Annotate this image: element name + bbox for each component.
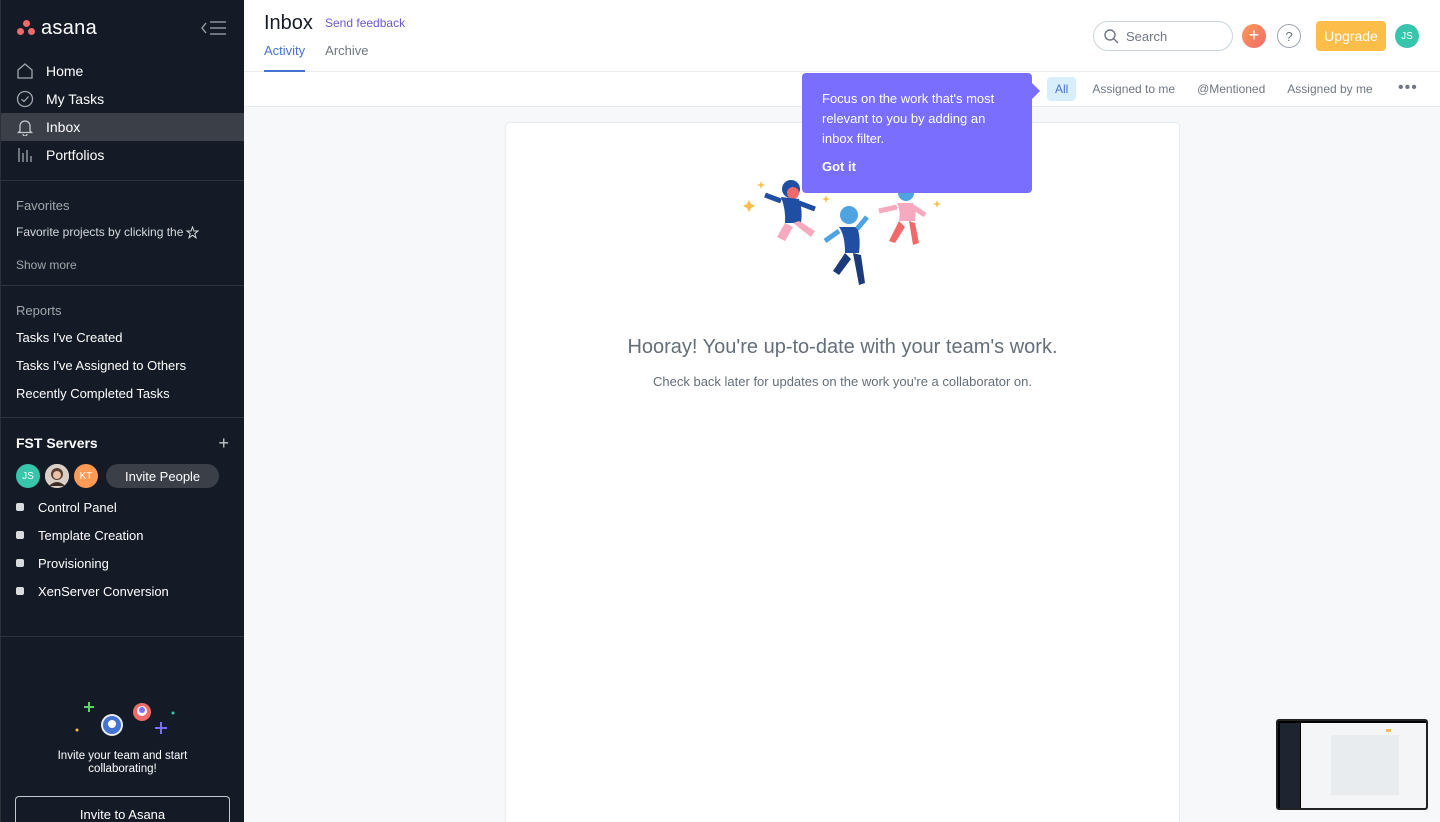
project-color-dot bbox=[16, 587, 24, 595]
more-options-icon[interactable]: ••• bbox=[1398, 80, 1418, 96]
star-icon bbox=[186, 225, 200, 239]
report-item[interactable]: Recently Completed Tasks bbox=[16, 379, 229, 407]
project-item[interactable]: Provisioning bbox=[16, 549, 229, 577]
nav-item-portfolios[interactable]: Portfolios bbox=[1, 141, 244, 169]
project-label: XenServer Conversion bbox=[38, 583, 169, 599]
team-name[interactable]: FST Servers bbox=[16, 435, 98, 451]
check-circle-icon bbox=[16, 90, 34, 108]
project-label: Template Creation bbox=[38, 527, 144, 543]
project-color-dot bbox=[16, 559, 24, 567]
nav-label: Inbox bbox=[46, 119, 81, 135]
collapse-sidebar-icon[interactable] bbox=[200, 17, 228, 39]
favorites-title[interactable]: Favorites bbox=[16, 198, 229, 213]
favorites-hint: Favorite projects by clicking the bbox=[16, 225, 229, 239]
home-icon bbox=[17, 63, 33, 79]
bell-icon bbox=[16, 120, 34, 136]
thumbnail-sidebar bbox=[1280, 723, 1300, 808]
thumbnail-card bbox=[1331, 735, 1399, 795]
add-project-icon[interactable]: + bbox=[218, 434, 229, 452]
favorites-hint-text: Favorite projects by clicking the bbox=[16, 225, 184, 239]
logo-mark-icon bbox=[17, 20, 35, 36]
filter-mentioned[interactable]: @Mentioned bbox=[1191, 77, 1271, 101]
empty-state-subtext: Check back later for updates on the work… bbox=[653, 374, 1032, 389]
filter-all[interactable]: All bbox=[1047, 77, 1077, 101]
report-item[interactable]: Tasks I've Created bbox=[16, 323, 229, 351]
search-placeholder: Search bbox=[1126, 28, 1168, 44]
invite-promo-text: Invite your team and start collaborating… bbox=[57, 750, 188, 775]
thumbnail-button bbox=[1386, 729, 1391, 732]
project-color-dot bbox=[16, 531, 24, 539]
team-members: JS KT Invite People bbox=[16, 464, 229, 488]
nav-item-home[interactable]: Home bbox=[1, 57, 244, 85]
favorites-section: Favorites Favorite projects by clicking … bbox=[1, 181, 244, 272]
upgrade-button[interactable]: Upgrade bbox=[1316, 21, 1386, 51]
celebration-illustration bbox=[743, 180, 941, 285]
reports-section: Reports Tasks I've Created Tasks I've As… bbox=[1, 286, 244, 407]
project-label: Provisioning bbox=[38, 555, 109, 571]
avatar[interactable]: JS bbox=[16, 464, 40, 488]
sidebar: asana Home My Tasks Inbox Portfolios Fav… bbox=[0, 0, 244, 822]
nav-item-my-tasks[interactable]: My Tasks bbox=[1, 85, 244, 113]
invite-promo: Invite your team and start collaborating… bbox=[1, 698, 244, 822]
tooltip-text: Focus on the work that's most relevant t… bbox=[822, 91, 995, 146]
tab-activity[interactable]: Activity bbox=[264, 43, 306, 72]
avatar[interactable]: KT bbox=[74, 464, 98, 488]
inbox-filter-tooltip: Focus on the work that's most relevant t… bbox=[802, 73, 1040, 193]
filter-assigned-to-me[interactable]: Assigned to me bbox=[1086, 77, 1181, 101]
main-nav: Home My Tasks Inbox Portfolios bbox=[1, 57, 244, 169]
project-label: Control Panel bbox=[38, 499, 117, 515]
bar-chart-icon bbox=[18, 148, 32, 162]
inbox-empty-state: Hooray! You're up-to-date with your team… bbox=[505, 122, 1180, 822]
empty-state-heading: Hooray! You're up-to-date with your team… bbox=[627, 336, 1058, 358]
screenshot-thumbnail[interactable] bbox=[1276, 719, 1428, 810]
thumbnail-content bbox=[1301, 723, 1426, 808]
quick-add-button[interactable]: + bbox=[1242, 24, 1266, 48]
nav-item-inbox[interactable]: Inbox bbox=[1, 113, 244, 141]
search-icon bbox=[1104, 28, 1119, 43]
project-color-dot bbox=[16, 503, 24, 511]
project-item[interactable]: Template Creation bbox=[16, 521, 229, 549]
send-feedback-link[interactable]: Send feedback bbox=[325, 16, 405, 30]
header-tabs: Activity Archive bbox=[264, 43, 369, 72]
project-item[interactable]: Control Panel bbox=[16, 493, 229, 521]
page-title: Inbox bbox=[264, 12, 313, 34]
avatar-photo[interactable] bbox=[45, 464, 69, 488]
search-input[interactable]: Search bbox=[1093, 21, 1233, 51]
reports-title[interactable]: Reports bbox=[16, 303, 229, 318]
invite-to-asana-button[interactable]: Invite to Asana bbox=[15, 796, 230, 822]
inbox-filters: All Assigned to me @Mentioned Assigned b… bbox=[1047, 77, 1379, 101]
invite-people-button[interactable]: Invite People bbox=[106, 464, 220, 488]
filter-assigned-by-me[interactable]: Assigned by me bbox=[1281, 77, 1378, 101]
help-button[interactable]: ? bbox=[1277, 24, 1301, 48]
page-header: Inbox Send feedback Activity Archive Sea… bbox=[244, 0, 1440, 72]
team-section: FST Servers + JS KT Invite People Contro… bbox=[1, 418, 244, 605]
user-avatar[interactable]: JS bbox=[1395, 24, 1419, 48]
nav-label: Home bbox=[46, 63, 84, 79]
project-item[interactable]: XenServer Conversion bbox=[16, 577, 229, 605]
invite-illustration bbox=[75, 702, 174, 736]
sidebar-header: asana bbox=[1, 0, 244, 56]
show-more-link[interactable]: Show more bbox=[16, 258, 229, 272]
nav-label: My Tasks bbox=[46, 91, 105, 107]
nav-label: Portfolios bbox=[46, 147, 105, 163]
asana-logo[interactable]: asana bbox=[17, 17, 97, 40]
report-item[interactable]: Tasks I've Assigned to Others bbox=[16, 351, 229, 379]
tab-archive[interactable]: Archive bbox=[325, 43, 368, 72]
logo-wordmark: asana bbox=[41, 16, 97, 39]
got-it-button[interactable]: Got it bbox=[822, 159, 1012, 174]
divider bbox=[1, 636, 244, 637]
